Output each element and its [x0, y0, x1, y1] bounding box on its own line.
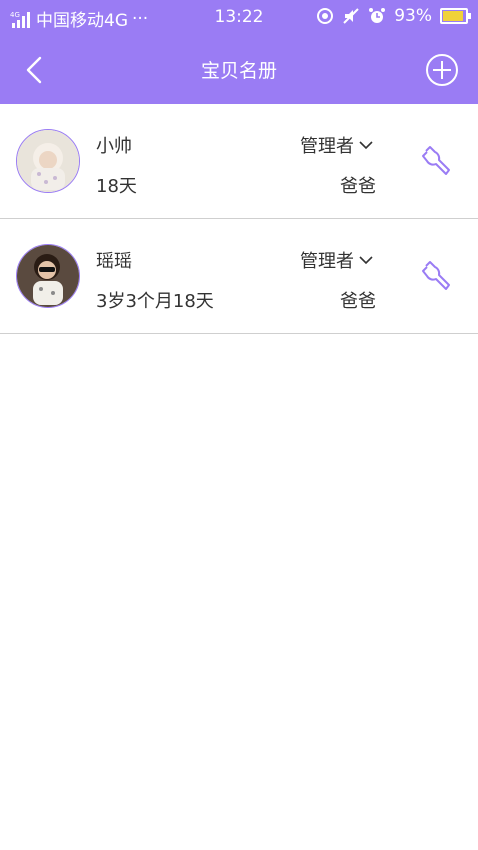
relation-label: 爸爸: [340, 291, 376, 312]
baby-row[interactable]: 小帅 18天 管理者 爸爸: [0, 104, 478, 219]
mute-icon: [343, 8, 359, 24]
baby-name: 小帅: [96, 136, 132, 157]
relation-label: 爸爸: [340, 176, 376, 197]
avatar: [16, 129, 80, 193]
status-bar: 4G 中国移动4G ··· 13:22 93%: [0, 0, 478, 34]
chevron-down-icon: [359, 256, 373, 265]
avatar: [16, 244, 80, 308]
role-dropdown[interactable]: 管理者: [300, 247, 374, 273]
page-title: 宝贝名册: [200, 60, 277, 82]
chevron-down-icon: [359, 141, 373, 150]
baby-list: 小帅 18天 管理者 爸爸 瑶瑶 3岁3个月18天 管理者 爸爸: [0, 104, 478, 334]
battery-percent: 93%: [394, 6, 432, 26]
battery-icon: [440, 8, 471, 24]
top-bar: 4G 中国移动4G ··· 13:22 93% 宝贝名册: [0, 0, 478, 104]
navbar: 宝贝名册: [0, 34, 478, 104]
role-label: 管理者: [300, 136, 354, 157]
role-label: 管理者: [300, 251, 354, 272]
status-right: 93%: [316, 6, 471, 26]
baby-age: 18天: [96, 176, 137, 197]
baby-age: 3岁3个月18天: [96, 291, 214, 312]
role-dropdown[interactable]: 管理者: [300, 132, 374, 158]
wrench-icon[interactable]: [418, 259, 452, 293]
alarm-icon: [369, 8, 386, 23]
wrench-icon[interactable]: [418, 144, 452, 178]
baby-name: 瑶瑶: [96, 251, 132, 272]
baby-row[interactable]: 瑶瑶 3岁3个月18天 管理者 爸爸: [0, 219, 478, 334]
plus-circle-icon[interactable]: [424, 52, 460, 88]
location-icon: [317, 8, 334, 24]
